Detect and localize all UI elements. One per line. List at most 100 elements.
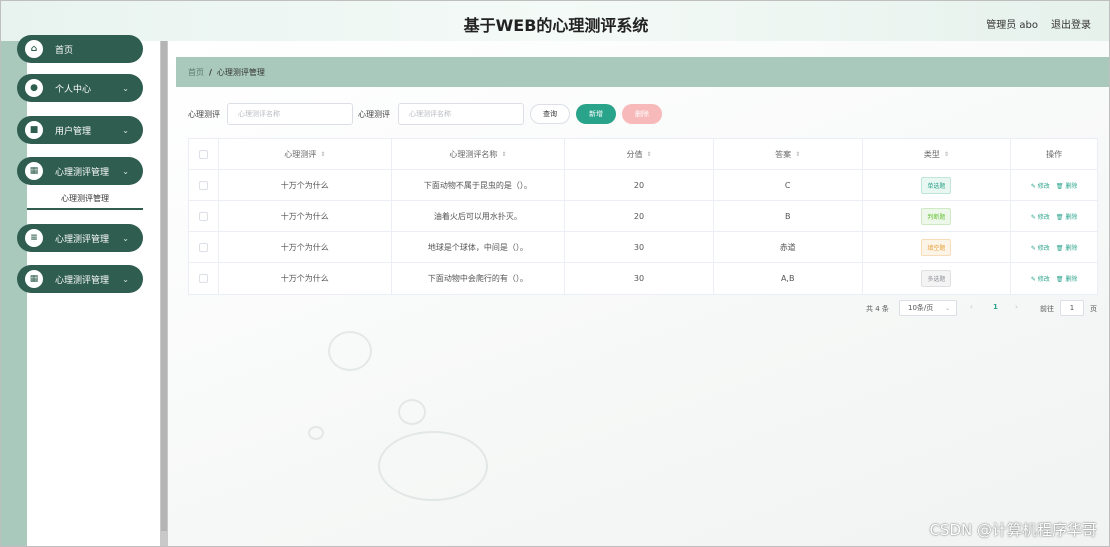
edit-button[interactable]: ✎ 修改 [1031,212,1050,221]
query-button[interactable]: 查询 [530,104,570,124]
sidebar-item-assessment-management[interactable]: ▦ 心理测评管理 ⌄ [17,157,143,185]
sidebar-item-label: 用户管理 [55,126,92,137]
breadcrumb-current: 心理测评管理 [216,67,265,77]
row-delete-button[interactable]: 🗑 删除 [1056,243,1078,252]
cell-actions: ✎ 修改 🗑 删除 [1011,201,1097,231]
current-user: 管理员 abo [986,20,1038,31]
row-checkbox[interactable] [198,211,208,221]
sort-icon: ⇕ [646,150,652,158]
delete-label: 删除 [1065,244,1078,252]
table-row: 十万个为什么 下面动物不属于昆虫的是（）。 20 C 单选题 ✎ 修改 🗑 删除 [189,170,1097,201]
sidebar-item-label: 心理测评管理 [55,167,110,178]
scrollbar-thumb[interactable] [161,41,167,531]
chevron-down-icon: ⌄ [122,125,129,135]
chevron-down-icon: ⌄ [122,83,129,93]
page-number-current[interactable]: 1 [993,303,998,311]
sidebar-item-label: 心理测评管理 [55,275,110,286]
cell-actions: ✎ 修改 🗑 删除 [1011,170,1097,200]
cell-answer: 赤道 [714,232,863,262]
trash-icon: 🗑 [1055,244,1064,252]
edit-label: 修改 [1037,182,1050,190]
row-select-cell [189,170,219,200]
grid-icon: ▦ [25,270,43,288]
type-tag: 判断题 [921,207,952,225]
edit-icon: ✎ [1030,276,1036,283]
cell-assessment: 十万个为什么 [219,170,392,200]
column-header-assessment-name[interactable]: 心理测评名称 ⇕ [392,139,566,169]
sidebar-item-home[interactable]: ⌂ 首页 [17,35,143,63]
page-suffix: 页 [1090,305,1097,313]
table-row: 十万个为什么 地球是个球体，中间是（）。 30 赤道 填空题 ✎ 修改 🗑 删除 [189,232,1097,263]
column-header-score[interactable]: 分值 ⇕ [565,139,714,169]
cell-type: 单选题 [863,170,1012,200]
select-all-checkbox[interactable] [198,149,208,159]
column-header-answer[interactable]: 答案 ⇕ [714,139,863,169]
edit-label: 修改 [1037,276,1050,283]
sidebar-item-label: 首页 [55,45,74,56]
column-header-assessment[interactable]: 心理测评 ⇕ [219,139,392,169]
cell-type: 填空题 [863,232,1012,262]
header-label: 心理测评名称 [449,149,498,159]
prev-page-button[interactable]: ‹ [970,303,973,311]
sort-icon: ⇕ [795,150,801,158]
type-tag: 单选题 [921,176,952,194]
sidebar-scrollbar[interactable] [160,41,168,546]
row-checkbox[interactable] [198,180,208,190]
edit-button[interactable]: ✎ 修改 [1031,274,1050,283]
decorative-droplet [308,426,324,440]
search-input-1[interactable]: 心理测评名称 [227,103,353,125]
row-delete-button[interactable]: 🗑 删除 [1056,212,1078,221]
logout-link[interactable]: 退出登录 [1051,16,1091,31]
sidebar-item-user-management[interactable]: ■ 用户管理 ⌄ [17,116,143,144]
row-checkbox[interactable] [198,242,208,252]
search-label-2: 心理测评 [358,110,390,119]
edit-icon: ✎ [1030,213,1036,221]
cell-assessment-name: 下面动物不属于昆虫的是（）。 [392,170,566,200]
cell-score: 20 [565,201,714,231]
page-size-select[interactable]: 10条/页 ⌄ [899,300,957,316]
edit-button[interactable]: ✎ 修改 [1031,243,1050,252]
search-input-2[interactable]: 心理测评名称 [398,103,524,125]
goto-page-input[interactable]: 1 [1060,300,1084,316]
sidebar: ⌂ 首页 ● 个人中心 ⌄ ■ 用户管理 ⌄ ▦ 心理测评管理 ⌄ 心理测评管理… [1,35,161,546]
delete-label: 删除 [1065,182,1078,190]
cell-type: 多选题 [863,263,1012,294]
data-table: 心理测评 ⇕ 心理测评名称 ⇕ 分值 ⇕ 答案 ⇕ 类型 ⇕ 操作 十万个为什么 下面动物不… [188,138,1098,295]
search-bar: 心理测评 心理测评名称 心理测评 心理测评名称 查询 新增 删除 [168,103,1109,125]
cell-answer: A,B [714,263,863,294]
breadcrumb-separator: / [209,67,212,77]
table-row: 十万个为什么 油着火后可以用水扑灭。 20 B 判断题 ✎ 修改 🗑 删除 [189,201,1097,232]
briefcase-icon: ■ [25,121,43,139]
sliders-icon: ≡ [25,229,43,247]
cell-assessment-name: 地球是个球体，中间是（）。 [392,232,566,262]
user-icon: ● [25,79,43,97]
cell-assessment: 十万个为什么 [219,201,392,231]
row-delete-button[interactable]: 🗑 删除 [1056,181,1078,190]
edit-label: 修改 [1037,213,1050,221]
sidebar-item-personal-center[interactable]: ● 个人中心 ⌄ [17,74,143,102]
trash-icon: 🗑 [1055,276,1064,283]
row-checkbox[interactable] [198,274,208,283]
next-page-button[interactable]: › [1015,303,1018,311]
pagination-total: 共 4 条 [866,305,889,313]
cell-actions: ✎ 修改 🗑 删除 [1011,263,1097,294]
app-window: 基于WEB的心理测评系统 管理员 abo 退出登录 ⌂ 首页 ● 个人中心 ⌄ … [0,0,1110,547]
cell-assessment: 十万个为什么 [219,263,392,294]
header-label: 答案 [775,149,792,159]
page-size-value: 10条/页 [908,304,934,312]
column-header-type[interactable]: 类型 ⇕ [863,139,1012,169]
table-body: 十万个为什么 下面动物不属于昆虫的是（）。 20 C 单选题 ✎ 修改 🗑 删除 十万个为什么… [189,170,1097,294]
edit-button[interactable]: ✎ 修改 [1031,181,1050,190]
delete-button[interactable]: 删除 [622,104,662,124]
sidebar-item-assessment-management-3[interactable]: ▦ 心理测评管理 ⌄ [17,265,143,293]
breadcrumb-home[interactable]: 首页 [188,67,204,78]
add-button[interactable]: 新增 [576,104,616,124]
submenu-assessment-management[interactable]: 心理测评管理 [27,190,143,210]
column-header-actions: 操作 [1046,149,1063,159]
row-delete-button[interactable]: 🗑 删除 [1056,274,1078,283]
watermark: CSDN @计算机程序华哥 [929,521,1097,539]
cell-actions: ✎ 修改 🗑 删除 [1011,232,1097,262]
sidebar-item-assessment-management-2[interactable]: ≡ 心理测评管理 ⌄ [17,224,143,252]
edit-icon: ✎ [1030,182,1036,190]
table-header-row: 心理测评 ⇕ 心理测评名称 ⇕ 分值 ⇕ 答案 ⇕ 类型 ⇕ 操作 [189,139,1097,170]
